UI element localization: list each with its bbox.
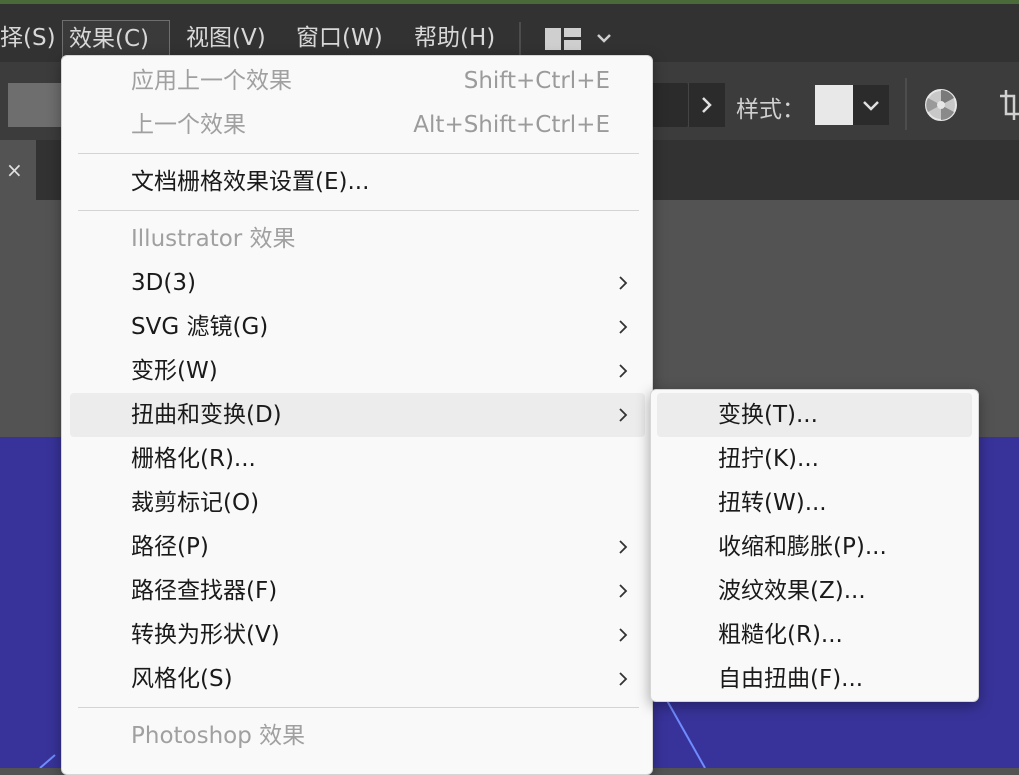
menu-item-label: 变换(T)... (718, 402, 818, 428)
chevron-right-icon (619, 540, 628, 554)
menu-item-svg-filters[interactable]: SVG 滤镜(G) (70, 305, 645, 349)
menu-separator (78, 707, 639, 708)
layout-grid-icon[interactable] (545, 28, 581, 50)
menu-item-label: 应用上一个效果 (131, 68, 292, 94)
chevron-right-icon (702, 97, 712, 113)
crop-icon[interactable] (998, 88, 1019, 122)
submenu-item-twist[interactable]: 扭转(W)... (657, 481, 972, 525)
menu-window[interactable]: 窗口(W) (290, 20, 389, 60)
submenu-item-transform[interactable]: 变换(T)... (657, 393, 972, 437)
chevron-right-icon (619, 584, 628, 598)
menu-item-label: 自由扭曲(F)... (718, 666, 864, 692)
chevron-right-icon (619, 628, 628, 642)
menu-help[interactable]: 帮助(H) (408, 20, 501, 60)
chevron-right-icon (619, 364, 628, 378)
menu-item-apply-last-effect[interactable]: 应用上一个效果 Shift+Ctrl+E (70, 59, 645, 103)
style-label: 样式： (736, 97, 805, 123)
recolor-wheel-icon[interactable] (924, 88, 958, 122)
menu-item-pathfinder[interactable]: 路径查找器(F) (70, 569, 645, 613)
distort-transform-submenu: 变换(T)... 扭拧(K)... 扭转(W)... 收缩和膨胀(P)... 波… (650, 389, 979, 702)
menu-item-label: 栅格化(R)... (131, 446, 256, 472)
menu-section-illustrator-effects: Illustrator 效果 (70, 217, 645, 261)
document-tab[interactable]: × (0, 140, 36, 200)
menu-item-label: 路径查找器(F) (131, 578, 278, 604)
menu-item-label: 变形(W) (131, 358, 218, 384)
menu-item-label: 上一个效果 (131, 112, 246, 138)
menu-item-label: 文档栅格效果设置(E)... (131, 169, 370, 195)
close-icon[interactable]: × (6, 158, 23, 182)
menu-section-photoshop-effects: Photoshop 效果 (70, 714, 645, 758)
menu-item-warp[interactable]: 变形(W) (70, 349, 645, 393)
style-dropdown[interactable] (853, 85, 889, 125)
chevron-down-icon (863, 101, 879, 111)
menu-item-shortcut: Alt+Shift+Ctrl+E (413, 112, 610, 138)
chevron-right-icon (619, 320, 628, 334)
menu-item-label: 路径(P) (131, 534, 209, 560)
expand-button[interactable] (688, 83, 725, 127)
menu-item-crop-marks[interactable]: 裁剪标记(O) (70, 481, 645, 525)
menu-section-label: Illustrator 效果 (131, 226, 296, 252)
menu-item-document-raster-settings[interactable]: 文档栅格效果设置(E)... (70, 160, 645, 204)
menu-item-label: 扭转(W)... (718, 490, 827, 516)
chevron-right-icon (619, 408, 628, 422)
menu-section-label: Photoshop 效果 (131, 723, 306, 749)
menubar-divider (519, 22, 521, 58)
chevron-right-icon (619, 672, 628, 686)
effect-menu: 应用上一个效果 Shift+Ctrl+E 上一个效果 Alt+Shift+Ctr… (61, 55, 653, 775)
submenu-item-roughen[interactable]: 粗糙化(R)... (657, 613, 972, 657)
style-swatch[interactable] (815, 85, 853, 125)
menu-item-label: 扭拧(K)... (718, 446, 819, 472)
controlbar-divider (905, 78, 907, 130)
submenu-item-zig-zag[interactable]: 波纹效果(Z)... (657, 569, 972, 613)
menu-select[interactable]: 择(S) (0, 20, 62, 60)
menu-item-label: 3D(3) (131, 270, 196, 296)
menu-separator (78, 153, 639, 154)
submenu-item-free-distort[interactable]: 自由扭曲(F)... (657, 657, 972, 701)
menu-item-convert-to-shape[interactable]: 转换为形状(V) (70, 613, 645, 657)
menu-item-label: 风格化(S) (131, 666, 233, 692)
menu-item-label: 收缩和膨胀(P)... (718, 534, 887, 560)
menu-bar: 择(S) 效果(C) 视图(V) 窗口(W) 帮助(H) (0, 0, 1019, 62)
chevron-right-icon (619, 276, 628, 290)
menu-item-label: 扭曲和变换(D) (131, 402, 282, 428)
menu-item-label: 粗糙化(R)... (718, 622, 843, 648)
menu-item-label: 裁剪标记(O) (131, 490, 260, 516)
menu-item-shortcut: Shift+Ctrl+E (463, 68, 610, 94)
menu-item-distort-transform[interactable]: 扭曲和变换(D) (70, 393, 645, 437)
menu-item-rasterize[interactable]: 栅格化(R)... (70, 437, 645, 481)
menu-effect[interactable]: 效果(C) (62, 20, 170, 60)
menu-item-stylize[interactable]: 风格化(S) (70, 657, 645, 701)
menu-item-label: SVG 滤镜(G) (131, 314, 269, 340)
menu-item-3d[interactable]: 3D(3) (70, 261, 645, 305)
menu-separator (78, 210, 639, 211)
submenu-item-tweak[interactable]: 扭拧(K)... (657, 437, 972, 481)
submenu-item-pucker-bloat[interactable]: 收缩和膨胀(P)... (657, 525, 972, 569)
chevron-down-icon[interactable] (596, 32, 612, 44)
menu-item-path[interactable]: 路径(P) (70, 525, 645, 569)
menu-item-last-effect[interactable]: 上一个效果 Alt+Shift+Ctrl+E (70, 103, 645, 147)
menu-item-label: 波纹效果(Z)... (718, 578, 866, 604)
menu-item-label: 转换为形状(V) (131, 622, 280, 648)
menu-view[interactable]: 视图(V) (180, 20, 272, 60)
